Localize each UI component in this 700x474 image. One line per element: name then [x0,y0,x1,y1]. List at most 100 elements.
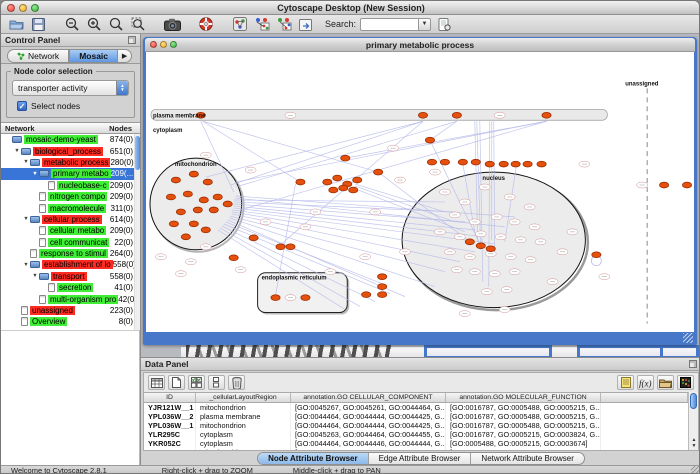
unselect-attributes-icon[interactable] [208,375,225,390]
table-cell: [GO:0045263, GO:0044464, GO:0044455, G..… [291,430,446,439]
app-title-bar[interactable]: Cytoscape Desktop (New Session) [1,1,700,15]
tree-expand-icon[interactable]: ▼ [22,216,30,222]
tree-expand-icon[interactable]: ▼ [31,171,39,177]
network-tree-row[interactable]: cellular metabo209(0) [1,225,140,236]
network-overview-icon[interactable] [231,16,249,32]
network-tree-row[interactable]: Overview8(0) [1,316,140,327]
tree-scrollbar[interactable] [134,134,140,330]
tree-expand-icon[interactable]: ▼ [13,148,21,154]
attribute-label-icon[interactable] [617,375,634,390]
zoom-selected-icon[interactable] [107,16,125,32]
zoom-out-icon[interactable] [63,16,81,32]
network-tree-row[interactable]: cell communicat22(0) [1,237,140,248]
tree-item-label: biological_process [33,147,103,156]
table-column-header[interactable]: annotation.GO MOLECULAR_FUNCTION [446,393,601,402]
tree-item-label: nitrogen compo [48,192,107,201]
import-attributes-icon[interactable] [657,375,674,390]
table-column-header[interactable]: ID [144,393,196,402]
tab-overflow-arrow-icon[interactable]: ▶ [118,49,132,63]
tree-expand-icon[interactable]: ▼ [31,273,39,279]
network-tree-row[interactable]: ▼biological_process651(0) [1,145,140,156]
table-row[interactable]: YPL036W__1mitochondrion[GO:0044464, GO:0… [144,421,688,430]
table-scrollbar[interactable]: ▲▼ [688,392,698,450]
network-tree-row[interactable]: nucleobase-c209(0) [1,180,140,191]
tree-scrollbar-thumb[interactable] [135,136,140,170]
view-resize-grip[interactable] [683,333,693,343]
selected-gene-node [362,292,371,298]
main-area: primary metabolic process plasma membran… [141,34,700,465]
delete-attribute-icon[interactable] [228,375,245,390]
background-network-window[interactable] [424,345,552,357]
tab-node-attribute-browser[interactable]: Node Attribute Browser [258,453,369,464]
selected-gene-node [333,175,342,181]
manage-plugins-icon[interactable] [297,16,315,32]
tree-item-node-count: 874(0) [110,135,133,144]
network-graph[interactable]: plasma membranecytoplasmmitochondrionnuc… [146,52,694,332]
data-panel-title: Data Panel [145,359,188,369]
table-row[interactable]: YJR121W__1mitochondrion[GO:0045267, GO:0… [144,403,688,412]
float-panel-icon[interactable] [128,36,136,44]
selected-gene-node [374,169,383,175]
network-tree-row[interactable]: ▼establishment of lo558(0) [1,259,140,270]
zoom-fit-icon[interactable] [129,16,147,32]
tab-network[interactable]: Network [7,49,69,63]
attribute-table-icon[interactable] [148,375,165,390]
tree-item-node-count: 8(0) [119,317,133,326]
snapshot-camera-icon[interactable] [163,16,181,32]
app-resize-grip[interactable] [691,465,700,474]
table-row[interactable]: YPL036W__2plasma membrane[GO:0044464, GO… [144,412,688,421]
network-tree-row[interactable]: ▼cellular process614(0) [1,214,140,225]
background-network-window[interactable] [660,345,699,357]
network-tree-row[interactable]: multi-organism pro42(0) [1,293,140,304]
network-tree-row[interactable]: secretion41(0) [1,282,140,293]
layout-icon[interactable] [275,16,293,32]
float-data-panel-icon[interactable] [689,360,697,368]
network-tree-row[interactable]: response to stimul264(0) [1,248,140,259]
status-bar: Welcome to Cytoscape 2.8.1 Right-click +… [1,465,700,474]
network-tree-row[interactable]: ▼primary metabo209(... [1,168,140,179]
function-builder-icon[interactable]: f(x) [637,375,654,390]
tab-edge-attribute-browser[interactable]: Edge Attribute Browser [369,453,472,464]
vizmapper-icon[interactable] [253,16,271,32]
table-scrollbar-arrows[interactable]: ▲▼ [689,437,699,449]
selected-gene-node [286,244,295,250]
tree-expand-icon[interactable]: ▼ [22,159,30,165]
help-lifering-icon[interactable] [197,16,215,32]
network-tree-row[interactable]: macromolecule311(0) [1,202,140,213]
network-tree-row[interactable]: nitrogen compo209(0) [1,191,140,202]
network-tree-row[interactable]: ▼metabolic process280(0) [1,157,140,168]
select-nodes-checkbox[interactable]: ✓ [17,101,27,111]
selected-gene-node [189,221,198,227]
network-canvas[interactable]: plasma membranecytoplasmmitochondrionnuc… [146,52,694,332]
attribute-matrix-icon[interactable] [677,375,694,390]
search-advanced-icon[interactable] [435,16,453,32]
folder-icon [39,170,49,177]
table-cell: mitochondrion [196,448,291,450]
network-tree-row[interactable]: unassigned223(0) [1,305,140,316]
save-icon[interactable] [29,16,47,32]
folder-icon [30,159,40,166]
search-dropdown-arrow-icon[interactable]: ▼ [418,18,431,31]
tree-expand-icon[interactable]: ▼ [22,262,30,268]
zoom-in-icon[interactable] [85,16,103,32]
network-tree-row[interactable]: mosaic-demo-yeast874(0) [1,134,140,145]
network-tree-row[interactable]: ▼transport558(0) [1,271,140,282]
table-scrollbar-thumb[interactable] [690,393,697,409]
search-input[interactable] [360,18,418,31]
network-view-window[interactable]: primary metabolic process plasma membran… [143,37,697,345]
table-column-header[interactable]: annotation.GO CELLULAR_COMPONENT [291,393,446,402]
node-color-dropdown[interactable]: transporter activity ▲▼ [12,80,129,96]
open-icon[interactable] [7,16,25,32]
view-window-title-bar[interactable]: primary metabolic process [145,38,695,52]
table-row[interactable]: YLR295Ccytoplasm[GO:0045263, GO:0044464,… [144,430,688,439]
table-row[interactable]: YKR052Ccytoplasm[GO:0044464, GO:0044446,… [144,439,688,448]
tab-network-attribute-browser[interactable]: Network Attribute Browser [471,453,583,464]
table-column-header[interactable]: _cellularLayoutRegion [196,393,291,402]
selected-gene-node [471,159,480,165]
attribute-table[interactable]: ID_cellularLayoutRegionannotation.GO CEL… [144,392,688,450]
selected-gene-node [537,161,546,167]
select-attributes-icon[interactable] [188,375,205,390]
tab-mosaic[interactable]: Mosaic [69,49,118,63]
table-row[interactable]: YDR039C__1mitochondrion[GO:0044464, GO:0… [144,448,688,450]
new-attribute-icon[interactable] [168,375,185,390]
